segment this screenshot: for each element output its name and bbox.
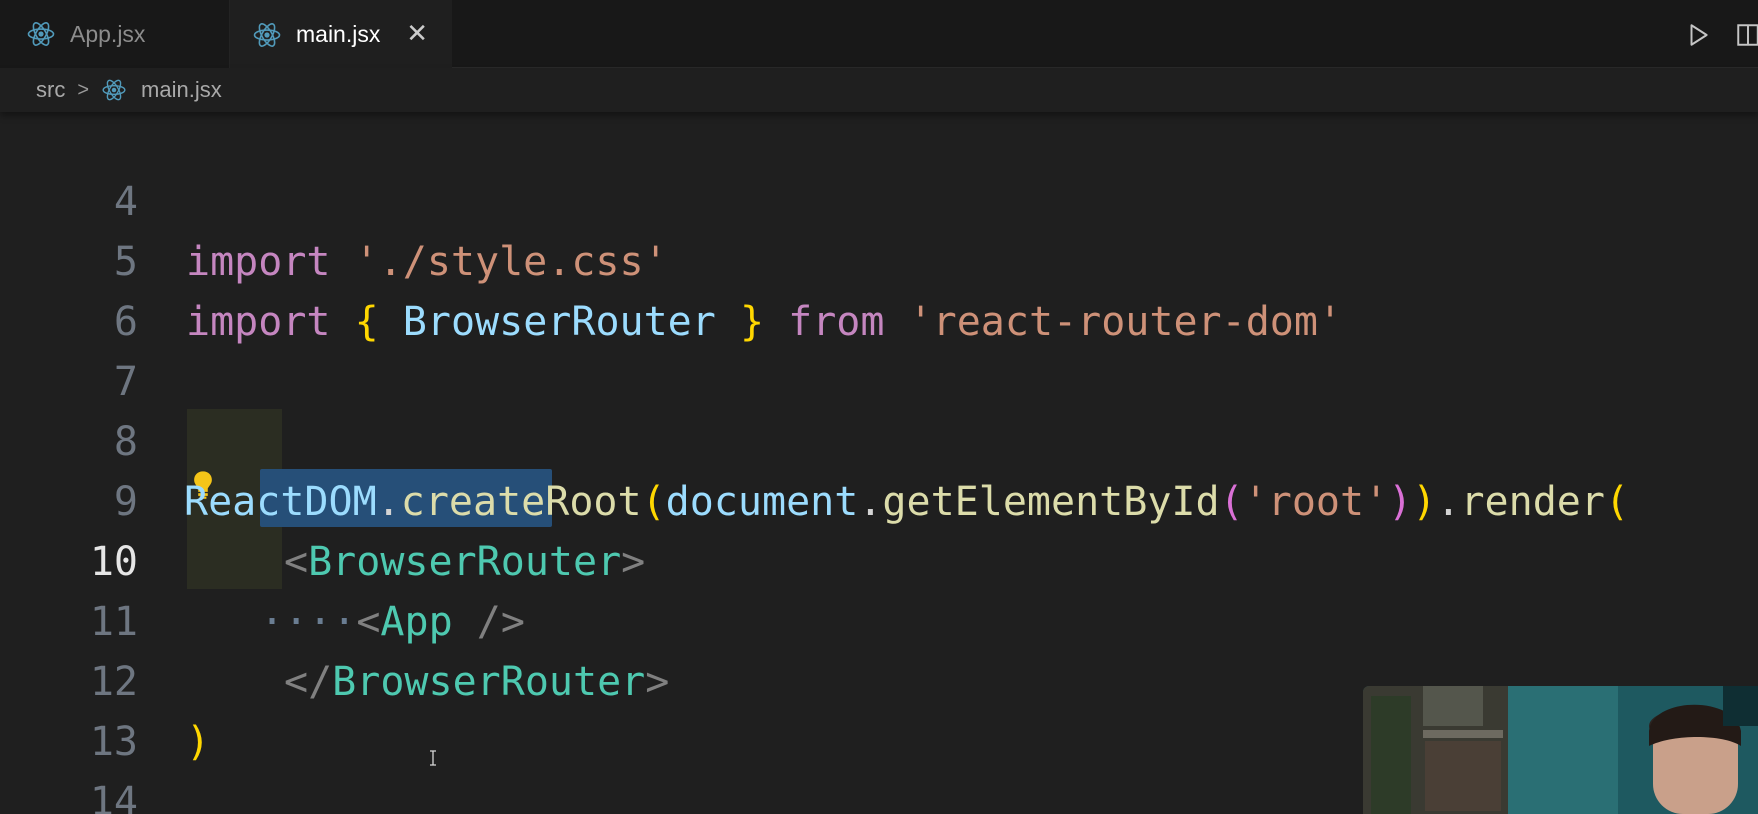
code-line-6: 6 [0, 232, 1758, 345]
breadcrumb-file[interactable]: main.jsx [141, 77, 222, 103]
react-icon [27, 22, 55, 46]
tab-app-jsx[interactable]: App.jsx [0, 0, 230, 68]
code-line-10: 10 ····<App /> [0, 472, 1758, 645]
chevron-right-icon: > [77, 78, 90, 101]
breadcrumb-folder[interactable]: src [36, 77, 65, 103]
tab-label: App.jsx [70, 20, 146, 47]
webcam-overlay [1363, 686, 1758, 814]
tab-bar: App.jsx main.jsx ✕ [0, 0, 1758, 69]
react-icon [102, 79, 126, 101]
code-line-11: 11 </BrowserRouter> [0, 532, 1758, 705]
close-icon[interactable]: ✕ [406, 20, 428, 46]
text-cursor-icon [430, 750, 436, 766]
code-line-9: 9 <BrowserRouter> [0, 412, 1758, 585]
code-line-12: 12 ) [0, 592, 1758, 765]
tab-label: main.jsx [296, 21, 381, 47]
play-icon[interactable] [1685, 22, 1711, 48]
split-editor-icon[interactable] [1735, 22, 1758, 48]
code-line-7: 7 [0, 292, 1758, 405]
code-line-4: 4 import './style.css' [0, 112, 1758, 285]
code-line-5: 5 import { BrowserRouter } from 'react-r… [0, 172, 1758, 345]
webcam-image [1363, 686, 1758, 814]
editor-window: App.jsx main.jsx ✕ src > main.jsx 4 impo… [0, 0, 1758, 814]
line-number: 14 [89, 779, 138, 814]
tab-main-jsx[interactable]: main.jsx ✕ [230, 0, 452, 69]
react-icon [253, 22, 281, 47]
breadcrumb: src > main.jsx [0, 68, 1758, 112]
code-line-8: 8 ReactDOM.createRoot(document.getElemen… [0, 352, 1758, 525]
